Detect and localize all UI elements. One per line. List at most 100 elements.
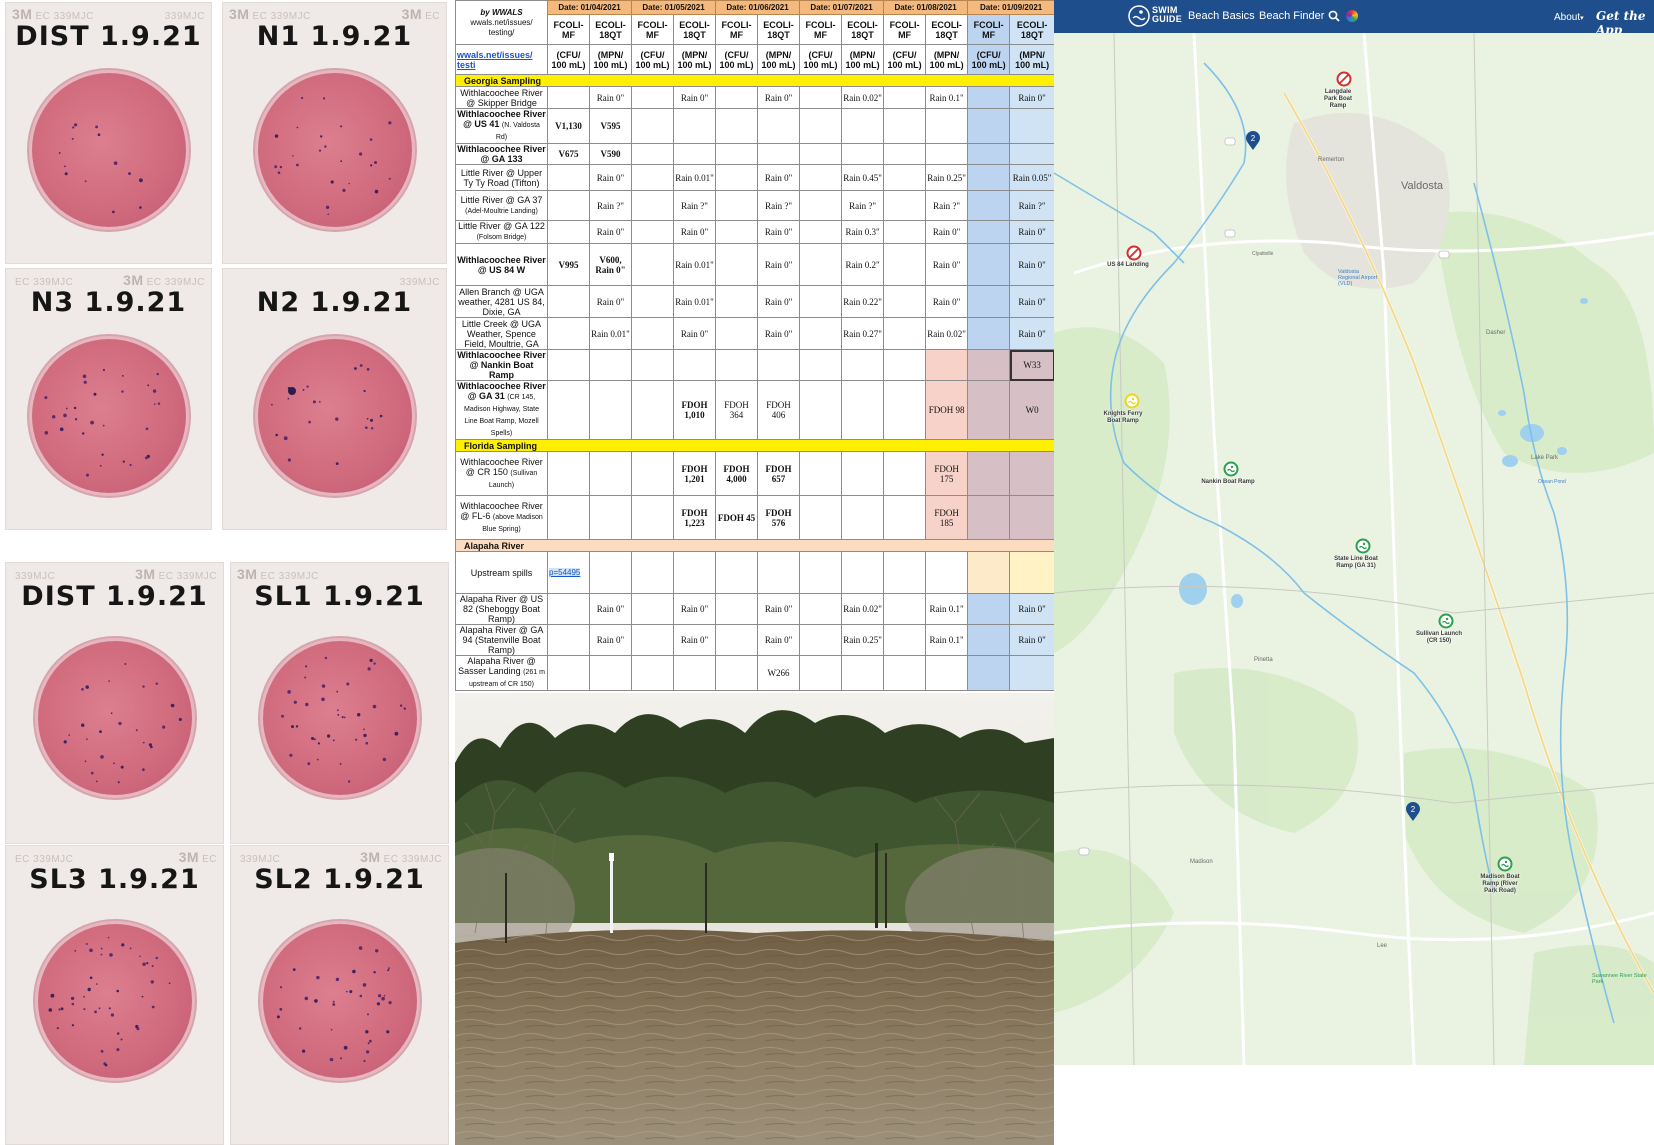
petri-dish <box>37 641 192 795</box>
byline-cell: by WWALS wwals.net/issues/ testing/ <box>455 0 548 45</box>
search-icon[interactable] <box>1328 10 1340 22</box>
beach-marker-label[interactable]: Madison Boat Ramp (River Park Road) <box>1476 874 1524 895</box>
plate-brand-logo: 3M <box>178 849 200 865</box>
measurement-cell <box>631 243 675 286</box>
marker-cluster-icon[interactable]: 2 <box>1245 131 1261 151</box>
colony-dot <box>372 662 376 665</box>
petri-plate-card: 339MJC 3M EC 339MJC SL2 1.9.21 <box>230 845 449 1145</box>
swim-guide-logo-icon[interactable] <box>1128 5 1150 27</box>
source-link[interactable]: wwals.net/issues/ testi <box>455 44 548 75</box>
measurement-cell: Rain 0" <box>588 220 633 244</box>
swim-ok-marker-icon[interactable] <box>1355 538 1371 554</box>
plate-brand-mark-right: 3M EC 339MJC <box>360 849 442 865</box>
swim-guide-map-panel: SWIM GUIDE Beach Basics Beach Finder Abo… <box>1054 0 1654 1145</box>
site-name-cell: Withlacoochee River @ US 84 W <box>455 243 548 286</box>
table-row: Little River @ GA 37 (Adel-Moultrie Land… <box>455 190 1054 221</box>
section-header-row: Georgia Sampling <box>455 74 1054 87</box>
parameter-header: FCOLI-MF <box>799 14 843 45</box>
table-row: Little Creek @ UGA Weather, Spence Field… <box>455 317 1054 350</box>
colony-dot <box>277 171 280 174</box>
swim-ok-marker-icon[interactable] <box>1438 613 1454 629</box>
colony-dot <box>135 729 138 732</box>
measurement-cell <box>967 624 1011 656</box>
colony-dot <box>359 994 362 998</box>
beach-finder-map[interactable]: Valdosta Remerton Valdosta Regional Airp… <box>1054 33 1654 1065</box>
colony-dot <box>138 955 141 958</box>
colony-dot <box>60 1007 63 1011</box>
measurement-cell <box>799 451 843 496</box>
closed-marker-icon[interactable] <box>1126 245 1142 261</box>
colony-dot <box>50 993 54 998</box>
closed-marker-icon[interactable] <box>1336 71 1352 87</box>
colony-dot <box>110 1013 114 1017</box>
colony-dot <box>304 665 307 668</box>
colony-dot <box>93 392 96 396</box>
measurement-cell: Rain 0" <box>673 220 717 244</box>
colony-dot <box>291 155 294 157</box>
colony-dot <box>64 172 68 176</box>
nav-about-dropdown[interactable]: About▾ <box>1554 12 1584 23</box>
petri-dish <box>31 339 186 493</box>
plate-brand-mark-left <box>229 272 232 288</box>
nav-beach-basics[interactable]: Beach Basics <box>1188 10 1255 22</box>
colony-dot <box>151 1005 155 1009</box>
colony-dot <box>336 713 339 716</box>
measurement-cell <box>715 349 759 381</box>
colony-dot <box>161 725 165 729</box>
colony-dot <box>336 709 339 712</box>
section-title: Florida Sampling <box>455 439 1054 452</box>
measurement-cell <box>631 285 675 318</box>
measurement-cell <box>799 285 843 318</box>
nav-beach-finder[interactable]: Beach Finder <box>1259 10 1324 22</box>
advisory-marker-icon[interactable] <box>1124 393 1140 409</box>
marker-cluster-icon[interactable]: 2 <box>1405 802 1421 822</box>
spill-report-link[interactable]: p=54495 <box>549 567 581 577</box>
measurement-cell <box>883 317 927 350</box>
measurement-cell: Rain 0.1" <box>925 624 969 656</box>
colony-dot <box>399 704 402 707</box>
measurement-cell: V675 <box>547 143 590 165</box>
site-name: Upstream spills <box>470 567 533 578</box>
measurement-cell <box>799 220 843 244</box>
site-note: (N. Valdosta Rd) <box>495 122 540 141</box>
colony-dot <box>302 389 304 391</box>
beach-marker-label[interactable]: US 84 Landing <box>1106 262 1150 269</box>
beach-marker-label[interactable]: Sullivan Launch (CR 150) <box>1414 631 1464 645</box>
measurement-cell <box>883 143 927 165</box>
petri-dish <box>262 641 417 795</box>
colony-dot <box>113 161 117 165</box>
measurement-cell: FDOH 657 <box>757 451 801 496</box>
measurement-cell: Rain 0" <box>588 593 633 625</box>
colony-dot <box>369 658 373 662</box>
bacteria-colonies <box>43 368 160 477</box>
spill-link-cell[interactable]: p=54495 <box>547 551 590 594</box>
swim-guide-wordmark[interactable]: SWIM GUIDE <box>1152 6 1182 24</box>
measurement-cell <box>925 655 969 691</box>
colony-dot <box>386 969 389 972</box>
measurement-cell: FDOH 1,223 <box>673 495 717 540</box>
beach-marker-label[interactable]: Langdale Park Boat Ramp <box>1318 89 1358 110</box>
beach-marker-label[interactable]: State Line Boat Ramp (GA 31) <box>1332 556 1380 570</box>
parameter-header: ECOLI-18QT <box>1009 14 1054 45</box>
colony-dot <box>335 462 339 465</box>
colony-dot <box>318 149 321 152</box>
measurement-cell <box>925 108 969 144</box>
site-name-cell: Little River @ GA 122 (Folsom Bridge) <box>455 220 548 244</box>
colony-dot <box>62 413 67 418</box>
colony-dot <box>43 396 47 400</box>
swim-ok-marker-icon[interactable] <box>1223 461 1239 477</box>
colony-dot <box>153 403 156 405</box>
beach-marker-label[interactable]: Knights Ferry Boat Ramp <box>1100 411 1146 425</box>
color-wheel-icon[interactable] <box>1346 10 1358 22</box>
swim-ok-marker-icon[interactable] <box>1497 856 1513 872</box>
colony-dot <box>102 368 105 372</box>
measurement-cell: Rain 0" <box>757 624 801 656</box>
measurement-cell: Rain 0.22" <box>841 285 885 318</box>
measurement-cell <box>925 551 969 594</box>
colony-dot <box>287 458 291 462</box>
plate-brand-mark-right <box>439 566 442 582</box>
measurement-cell: W0 <box>1009 380 1054 440</box>
colony-dot <box>373 161 377 164</box>
beach-marker-label[interactable]: Nankin Boat Ramp <box>1200 479 1256 486</box>
colony-dot <box>358 946 362 950</box>
